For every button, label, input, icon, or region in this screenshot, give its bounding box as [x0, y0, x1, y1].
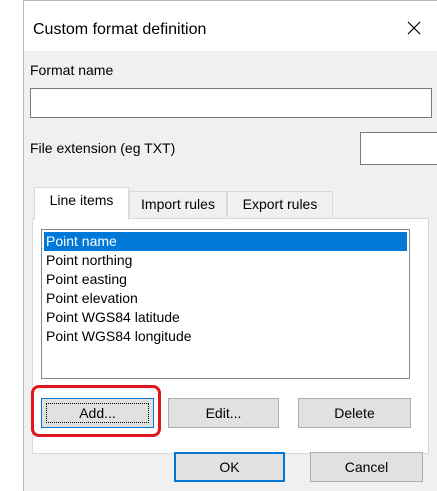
- delete-button-label: Delete: [334, 405, 375, 421]
- delete-button[interactable]: Delete: [298, 398, 411, 428]
- file-extension-label: File extension (eg TXT): [30, 140, 176, 156]
- line-items-panel: Point name Point northing Point easting …: [32, 218, 429, 454]
- format-name-label: Format name: [30, 62, 114, 78]
- tab-line-items[interactable]: Line items: [34, 187, 129, 220]
- tab-label: Export rules: [242, 196, 318, 212]
- close-button[interactable]: [401, 15, 427, 41]
- cancel-button-label: Cancel: [344, 459, 389, 475]
- ok-button[interactable]: OK: [174, 452, 285, 482]
- tab-import-rules[interactable]: Import rules: [129, 191, 227, 217]
- list-item[interactable]: Point WGS84 longitude: [44, 327, 407, 346]
- dialog-title: Custom format definition: [33, 21, 207, 38]
- file-extension-input[interactable]: [360, 132, 437, 165]
- cancel-button[interactable]: Cancel: [310, 452, 423, 482]
- list-item[interactable]: Point easting: [44, 270, 407, 289]
- close-icon: [407, 21, 421, 35]
- add-button-label: Add...: [79, 405, 116, 421]
- edit-button[interactable]: Edit...: [168, 398, 279, 428]
- list-item[interactable]: Point WGS84 latitude: [44, 308, 407, 327]
- list-item[interactable]: Point elevation: [44, 289, 407, 308]
- add-button[interactable]: Add...: [41, 398, 154, 428]
- line-items-list[interactable]: Point name Point northing Point easting …: [41, 229, 410, 379]
- tab-label: Import rules: [141, 196, 215, 212]
- title-bar: Custom format definition: [24, 1, 437, 51]
- edit-button-label: Edit...: [205, 405, 242, 421]
- list-item[interactable]: Point northing: [44, 251, 407, 270]
- tab-export-rules[interactable]: Export rules: [227, 191, 333, 217]
- tab-label: Line items: [49, 192, 114, 208]
- list-item[interactable]: Point name: [44, 232, 407, 251]
- custom-format-dialog: Custom format definition Format name Fil…: [23, 0, 437, 491]
- ok-button-label: OK: [219, 459, 240, 475]
- format-name-input[interactable]: [30, 88, 432, 118]
